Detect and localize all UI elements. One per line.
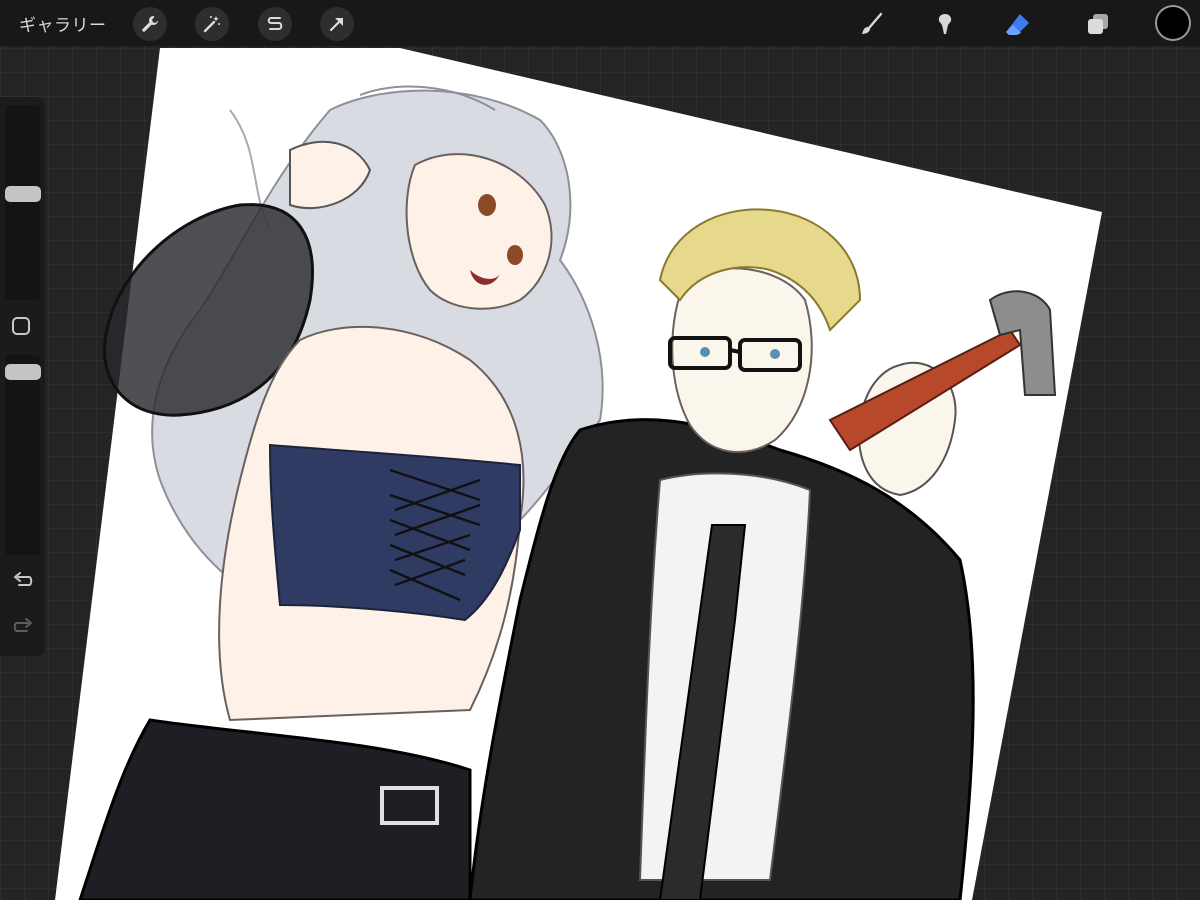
opacity-handle[interactable] [5, 364, 41, 381]
smudge-icon [938, 14, 952, 34]
transform-arrow-icon [329, 17, 344, 32]
gallery-button[interactable]: ギャラリー [19, 11, 107, 36]
modify-button[interactable] [12, 317, 30, 335]
brush-size-slider[interactable] [5, 105, 40, 300]
eraser-button[interactable] [1001, 7, 1035, 41]
opacity-slider[interactable] [5, 355, 40, 555]
smudge-button[interactable] [928, 7, 962, 41]
color-picker[interactable] [1157, 7, 1189, 39]
redo-icon[interactable] [11, 617, 35, 639]
brush-icon [862, 12, 883, 34]
magic-wand-icon [203, 16, 220, 33]
selection-icon [267, 17, 283, 30]
left-sidebar [0, 97, 45, 656]
adjustments-button[interactable] [195, 7, 229, 41]
drawing-canvas[interactable] [0, 0, 1200, 900]
transform-button[interactable] [320, 7, 354, 41]
brush-size-handle[interactable] [5, 185, 41, 202]
layers-icon [1088, 14, 1108, 34]
eraser-icon [1006, 14, 1029, 35]
actions-button[interactable] [133, 7, 167, 41]
brush-button[interactable] [855, 7, 889, 41]
selection-button[interactable] [258, 7, 292, 41]
undo-icon[interactable] [11, 571, 35, 593]
wrench-icon [142, 16, 158, 32]
layers-button[interactable] [1081, 7, 1115, 41]
top-toolbar: ギャラリー [0, 0, 1200, 46]
